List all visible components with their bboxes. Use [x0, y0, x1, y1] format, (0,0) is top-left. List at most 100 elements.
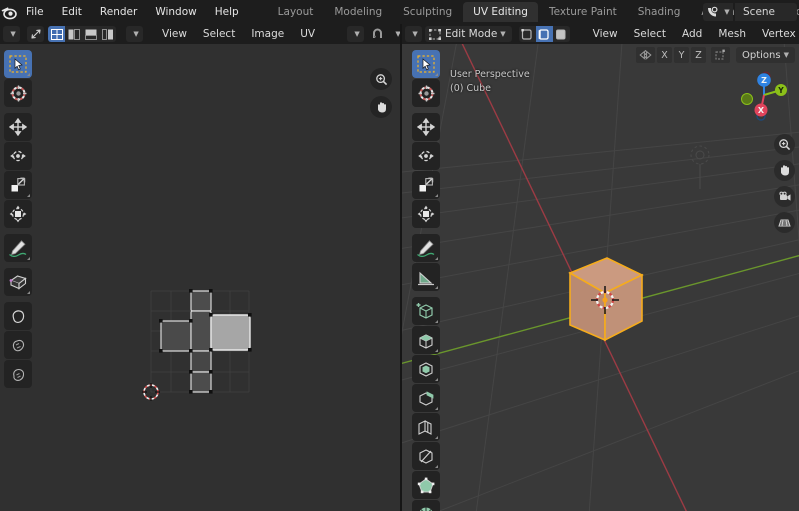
uv-sync-selection-icon[interactable]: [27, 26, 44, 42]
menu-file[interactable]: File: [17, 0, 53, 24]
uv-menu-view[interactable]: View: [154, 24, 195, 44]
uv-menu-image[interactable]: Image: [243, 24, 292, 44]
interaction-mode-selector[interactable]: Edit Mode ▼: [425, 26, 512, 42]
edge-select-icon[interactable]: [535, 26, 553, 42]
sticky-selection-icon[interactable]: ▼: [126, 26, 143, 42]
chevron-down-icon: ▼: [412, 30, 418, 38]
viewport-perspective-label: User Perspective: [450, 69, 530, 80]
mirror-x-icon[interactable]: [636, 47, 656, 63]
poly-build-tool[interactable]: [412, 471, 440, 499]
v3d-menu-vertex[interactable]: Vertex: [754, 24, 799, 44]
uv-grab-tool[interactable]: [4, 302, 32, 330]
vertex-select-icon[interactable]: [518, 26, 536, 42]
extrude-region-tool[interactable]: [412, 326, 440, 354]
select-face-icon[interactable]: [82, 26, 99, 42]
uv-relax-tool[interactable]: [4, 331, 32, 359]
rip-region-tool[interactable]: [4, 268, 32, 296]
zoom-magnifier-icon[interactable]: [370, 68, 392, 90]
loop-cut-tool[interactable]: [412, 413, 440, 441]
uv-face-front: [190, 310, 212, 352]
uv-face-back: [190, 371, 212, 393]
tool-expand-corner: [435, 407, 438, 410]
scale-tool[interactable]: [4, 171, 32, 199]
move-tool[interactable]: [412, 113, 440, 141]
3d-viewport-type-icon[interactable]: ▼: [405, 26, 422, 42]
add-cube-tool[interactable]: [412, 297, 440, 325]
v3d-menu-mesh[interactable]: Mesh: [710, 24, 754, 44]
pivot-point-icon[interactable]: ▼: [347, 26, 365, 42]
gizmo-axis-x-label: X: [758, 106, 765, 115]
tool-expand-corner: [27, 194, 30, 197]
zoom-magnifier-icon[interactable]: [774, 134, 795, 155]
tweak-tool[interactable]: [412, 50, 440, 78]
uv-editor-type-icon[interactable]: ▼: [3, 26, 20, 42]
pan-hand-icon[interactable]: [370, 96, 392, 118]
select-vertex-icon[interactable]: [48, 26, 65, 42]
chevron-down-icon: ▼: [724, 8, 730, 16]
workspace-tab-shading[interactable]: Shading: [628, 2, 691, 22]
spin-tool[interactable]: [412, 500, 440, 511]
menu-window[interactable]: Window: [146, 0, 205, 24]
uv-menu-select[interactable]: Select: [195, 24, 243, 44]
viewport-3d-pane: ▼ Edit Mode ▼ View Select Add Mesh Verte…: [402, 24, 799, 511]
snap-magnet-icon[interactable]: [369, 26, 386, 42]
transform-tool[interactable]: [412, 200, 440, 228]
workspace-tab-sculpting[interactable]: Sculpting: [393, 2, 462, 22]
pan-hand-icon[interactable]: [774, 160, 795, 181]
tool-expand-corner: [435, 257, 438, 260]
uv-editor-header: ▼ ▼ View Select Image UV ▼ ▼: [0, 24, 400, 44]
snap-target-icon[interactable]: ▼: [388, 26, 400, 42]
top-bar: File Edit Render Window Help Layout Mode…: [0, 0, 799, 24]
scene-name-field[interactable]: Scene: [735, 3, 797, 21]
rotate-tool[interactable]: [4, 142, 32, 170]
v3d-menu-add[interactable]: Add: [674, 24, 710, 44]
menu-render[interactable]: Render: [91, 0, 146, 24]
menu-edit[interactable]: Edit: [53, 0, 91, 24]
navigation-gizmo[interactable]: Y Z X: [735, 66, 793, 124]
face-select-icon[interactable]: [552, 26, 570, 42]
v3d-menu-select[interactable]: Select: [626, 24, 674, 44]
mirror-axis-x-button[interactable]: X: [657, 47, 673, 63]
mirror-axis-y-button[interactable]: Y: [674, 47, 690, 63]
select-edge-icon[interactable]: [65, 26, 82, 42]
v3d-menu-view[interactable]: View: [585, 24, 626, 44]
workspace-tab-modeling[interactable]: Modeling: [324, 2, 392, 22]
cursor-tool[interactable]: [4, 79, 32, 107]
tool-expand-corner: [27, 257, 30, 260]
viewport-overlay-text: User Perspective (0) Cube: [450, 68, 530, 96]
tweak-tool[interactable]: [4, 50, 32, 78]
workspace-tab-uv-editing[interactable]: UV Editing: [463, 2, 538, 22]
ortho-grid-icon[interactable]: [774, 212, 795, 233]
rotate-tool[interactable]: [412, 142, 440, 170]
move-tool[interactable]: [4, 113, 32, 141]
viewport-3d-header: ▼ Edit Mode ▼ View Select Add Mesh Verte…: [402, 24, 799, 44]
annotate-tool[interactable]: [412, 234, 440, 262]
measure-tool[interactable]: [412, 263, 440, 291]
topology-mirror-icon[interactable]: [711, 47, 731, 63]
uv-menu-uv[interactable]: UV: [292, 24, 323, 44]
mirror-axis-z-button[interactable]: Z: [691, 47, 707, 63]
annotate-tool[interactable]: [4, 234, 32, 262]
blender-logo-icon[interactable]: [0, 0, 17, 24]
cursor-tool[interactable]: [412, 79, 440, 107]
knife-tool[interactable]: [412, 442, 440, 470]
menu-help[interactable]: Help: [206, 0, 248, 24]
tool-expand-corner: [27, 291, 30, 294]
scene-selector: ▼ Scene: [703, 3, 797, 21]
uv-canvas[interactable]: [0, 44, 400, 511]
uv-nav-buttons: [370, 68, 392, 118]
workspace-tab-texture-paint[interactable]: Texture Paint: [539, 2, 627, 22]
viewport-object-label: (0) Cube: [450, 83, 492, 94]
uv-pinch-tool[interactable]: [4, 360, 32, 388]
bevel-tool[interactable]: [412, 384, 440, 412]
transform-tool[interactable]: [4, 200, 32, 228]
select-island-icon[interactable]: [99, 26, 116, 42]
inset-faces-tool[interactable]: [412, 355, 440, 383]
scale-tool[interactable]: [412, 171, 440, 199]
viewport-3d-nav-buttons: [774, 134, 795, 233]
main-menu: File Edit Render Window Help: [17, 0, 248, 24]
viewport-options-dropdown[interactable]: Options ▼: [736, 47, 795, 63]
workspace-tab-layout[interactable]: Layout: [268, 2, 324, 22]
scene-data-icon[interactable]: ▼: [703, 3, 733, 21]
camera-icon[interactable]: [774, 186, 795, 207]
